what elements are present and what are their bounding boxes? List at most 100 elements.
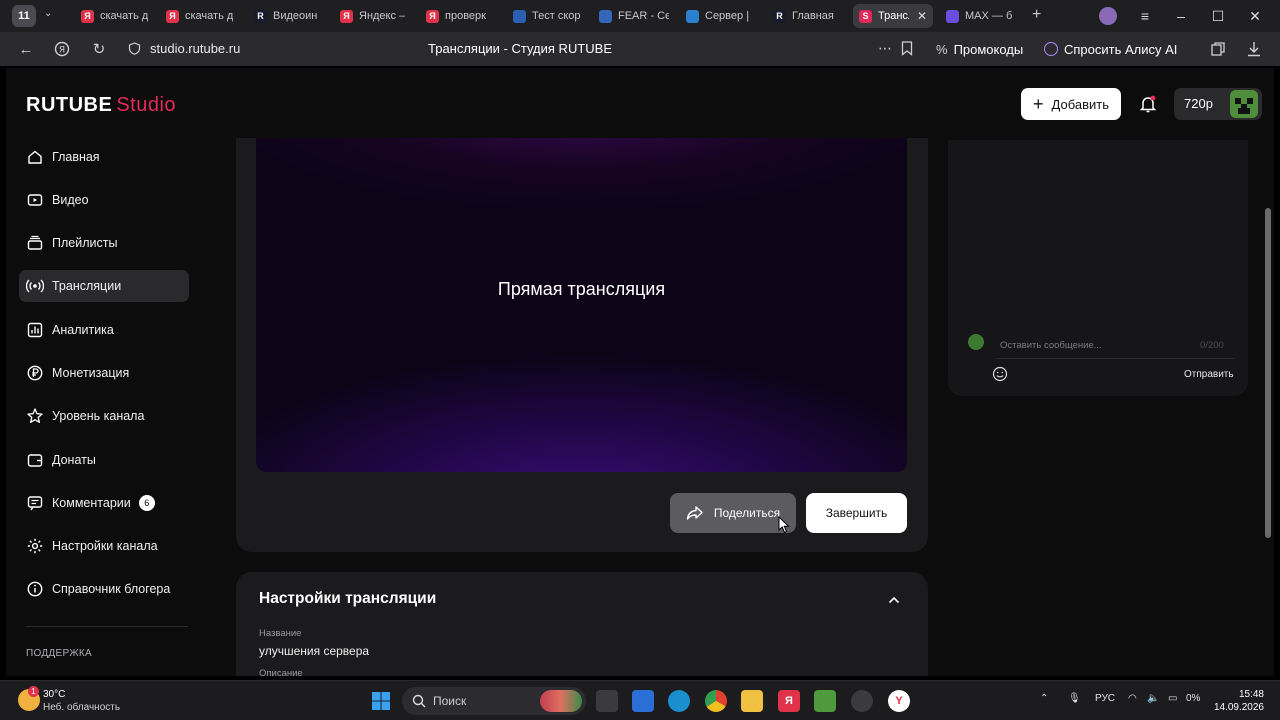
promo-button[interactable]: % Промокоды (936, 38, 1023, 60)
close-window-icon[interactable]: ✕ (1245, 6, 1265, 26)
message-input[interactable]: Оставить сообщение... (1000, 340, 1102, 351)
microphone-icon[interactable]: 🎙 (1068, 693, 1081, 704)
chevron-up-icon[interactable] (886, 592, 902, 608)
sidebar-item-label: Монетизация (52, 366, 130, 380)
yandex-app-icon[interactable]: Я (778, 690, 800, 712)
windows-start-icon[interactable] (371, 691, 391, 711)
volume-icon[interactable]: 🔈 (1147, 693, 1159, 704)
input-underline (996, 358, 1234, 359)
bell-icon[interactable] (1138, 94, 1158, 114)
collections-icon[interactable] (1210, 41, 1226, 62)
sidebar-item[interactable]: Видео (19, 184, 189, 216)
browser-tab[interactable]: S Трансл ✕ (853, 4, 933, 28)
tab-title: скачать д (185, 10, 234, 22)
chrome-icon[interactable] (705, 690, 727, 712)
windows-taskbar: 1 30°C Неб. облачность Поиск Я Y ⌃ 🎙 РУС… (0, 680, 1280, 720)
send-button[interactable]: Отправить (1184, 369, 1234, 380)
tab-favicon-icon: Я (81, 9, 94, 23)
close-tab-icon[interactable]: ✕ (917, 9, 927, 23)
edge-icon[interactable] (668, 690, 690, 712)
sidebar-item[interactable]: Трансляции (19, 270, 189, 302)
sidebar-item[interactable]: Аналитика (19, 314, 189, 346)
live-preview[interactable]: Прямая трансляция (256, 138, 907, 472)
tab-list-chevron-icon[interactable]: ⌄ (44, 8, 52, 19)
browser-tab[interactable]: R Видеоин (248, 4, 330, 28)
browser-tab[interactable]: Я Яндекс – (334, 4, 416, 28)
task-view-icon[interactable] (596, 690, 618, 712)
language-indicator[interactable]: РУС (1095, 693, 1115, 704)
sidebar-item[interactable]: Главная (19, 141, 189, 173)
yandex-browser-icon[interactable]: Y (888, 690, 910, 712)
scrollbar-thumb[interactable] (1265, 208, 1271, 538)
back-icon[interactable]: ← (16, 39, 36, 59)
taskbar-search[interactable]: Поиск (402, 687, 586, 715)
download-icon[interactable] (1247, 41, 1261, 62)
sidebar-item[interactable]: Комментарии 6 (19, 487, 189, 519)
tab-counter-button[interactable]: 11 (12, 5, 36, 27)
sidebar-item[interactable]: Справочник блогера (19, 573, 189, 605)
sidebar-item[interactable]: Монетизация (19, 357, 189, 389)
analytics-icon (27, 322, 43, 338)
yandex-home-icon[interactable]: Я (52, 39, 72, 59)
sidebar-item-label: Донаты (52, 453, 96, 467)
tab-title: Сервер | (705, 10, 750, 22)
browser-tab[interactable]: Тест скор (507, 4, 589, 28)
emoji-icon[interactable] (992, 366, 1008, 382)
scrollbar[interactable] (1262, 68, 1274, 676)
sidebar-item-label: Аналитика (52, 323, 114, 337)
description-label: Описание (259, 668, 303, 676)
browser-tab[interactable]: R Главная (767, 4, 849, 28)
add-button[interactable]: + Добавить (1021, 88, 1121, 120)
wifi-icon[interactable]: ◠ (1128, 693, 1137, 704)
quality-profile-button[interactable]: 720p (1174, 88, 1262, 120)
sidebar-divider (26, 626, 188, 627)
sidebar-item[interactable]: Настройки канала (19, 530, 189, 562)
clock[interactable]: 15:48 (1228, 689, 1264, 700)
tray-overflow-icon[interactable]: ⌃ (1040, 693, 1048, 704)
sidebar-item[interactable]: Уровень канала (19, 400, 189, 432)
search-icon (412, 694, 426, 708)
browser-tab[interactable]: Сервер | (680, 4, 762, 28)
site-info-icon[interactable] (128, 42, 141, 55)
menu-icon[interactable]: ≡ (1135, 6, 1155, 26)
date[interactable]: 14.09.2026 (1206, 702, 1264, 713)
store-icon[interactable] (632, 690, 654, 712)
comments-count-badge: 6 (138, 495, 155, 511)
ruble-icon (27, 365, 43, 381)
rutube-studio-logo[interactable]: RUTUBE Studio (26, 94, 176, 117)
browser-tab[interactable]: Япроверк (420, 4, 502, 28)
chat-user-avatar (968, 334, 984, 350)
steam-icon[interactable] (851, 690, 873, 712)
bookmark-icon[interactable] (901, 41, 913, 61)
maximize-icon[interactable]: ☐ (1208, 6, 1228, 26)
browser-tab[interactable]: Яскачать д (75, 4, 157, 28)
browser-tab[interactable]: MAX — б (940, 4, 1022, 28)
battery-icon[interactable]: ▭ (1168, 693, 1177, 704)
live-label: Прямая трансляция (497, 279, 666, 299)
chat-panel: Оставить сообщение... 0/200 Отправить (948, 140, 1248, 396)
url-field[interactable]: studio.rutube.ru (150, 41, 240, 56)
minecraft-icon[interactable] (814, 690, 836, 712)
sidebar-item[interactable]: Плейлисты (19, 227, 189, 259)
browser-tab[interactable]: FEAR - Се (593, 4, 675, 28)
wallet-icon (27, 454, 43, 467)
sidebar-item-label: Трансляции (52, 279, 122, 293)
info-icon (27, 581, 43, 597)
browser-tab[interactable]: Яскачать д (160, 4, 242, 28)
tab-favicon-icon: Я (166, 9, 179, 23)
more-icon[interactable]: ⋯ (878, 40, 892, 57)
star-icon (27, 408, 43, 423)
minimize-icon[interactable]: – (1171, 6, 1191, 26)
file-explorer-icon[interactable] (741, 690, 763, 712)
percent-icon: % (936, 41, 948, 57)
sidebar-item[interactable]: Донаты (19, 444, 189, 476)
end-stream-button[interactable]: Завершить (806, 493, 907, 533)
alice-label: Спросить Алису AI (1064, 41, 1178, 57)
weather-badge: 1 (28, 686, 39, 697)
profile-avatar[interactable] (1099, 7, 1117, 25)
name-value[interactable]: улучшения сервера (259, 644, 369, 658)
reload-icon[interactable]: ↻ (89, 39, 109, 59)
battery-level: 0% (1186, 693, 1201, 704)
new-tab-button[interactable]: + (1032, 6, 1041, 24)
alice-button[interactable]: Спросить Алису AI (1044, 38, 1177, 60)
